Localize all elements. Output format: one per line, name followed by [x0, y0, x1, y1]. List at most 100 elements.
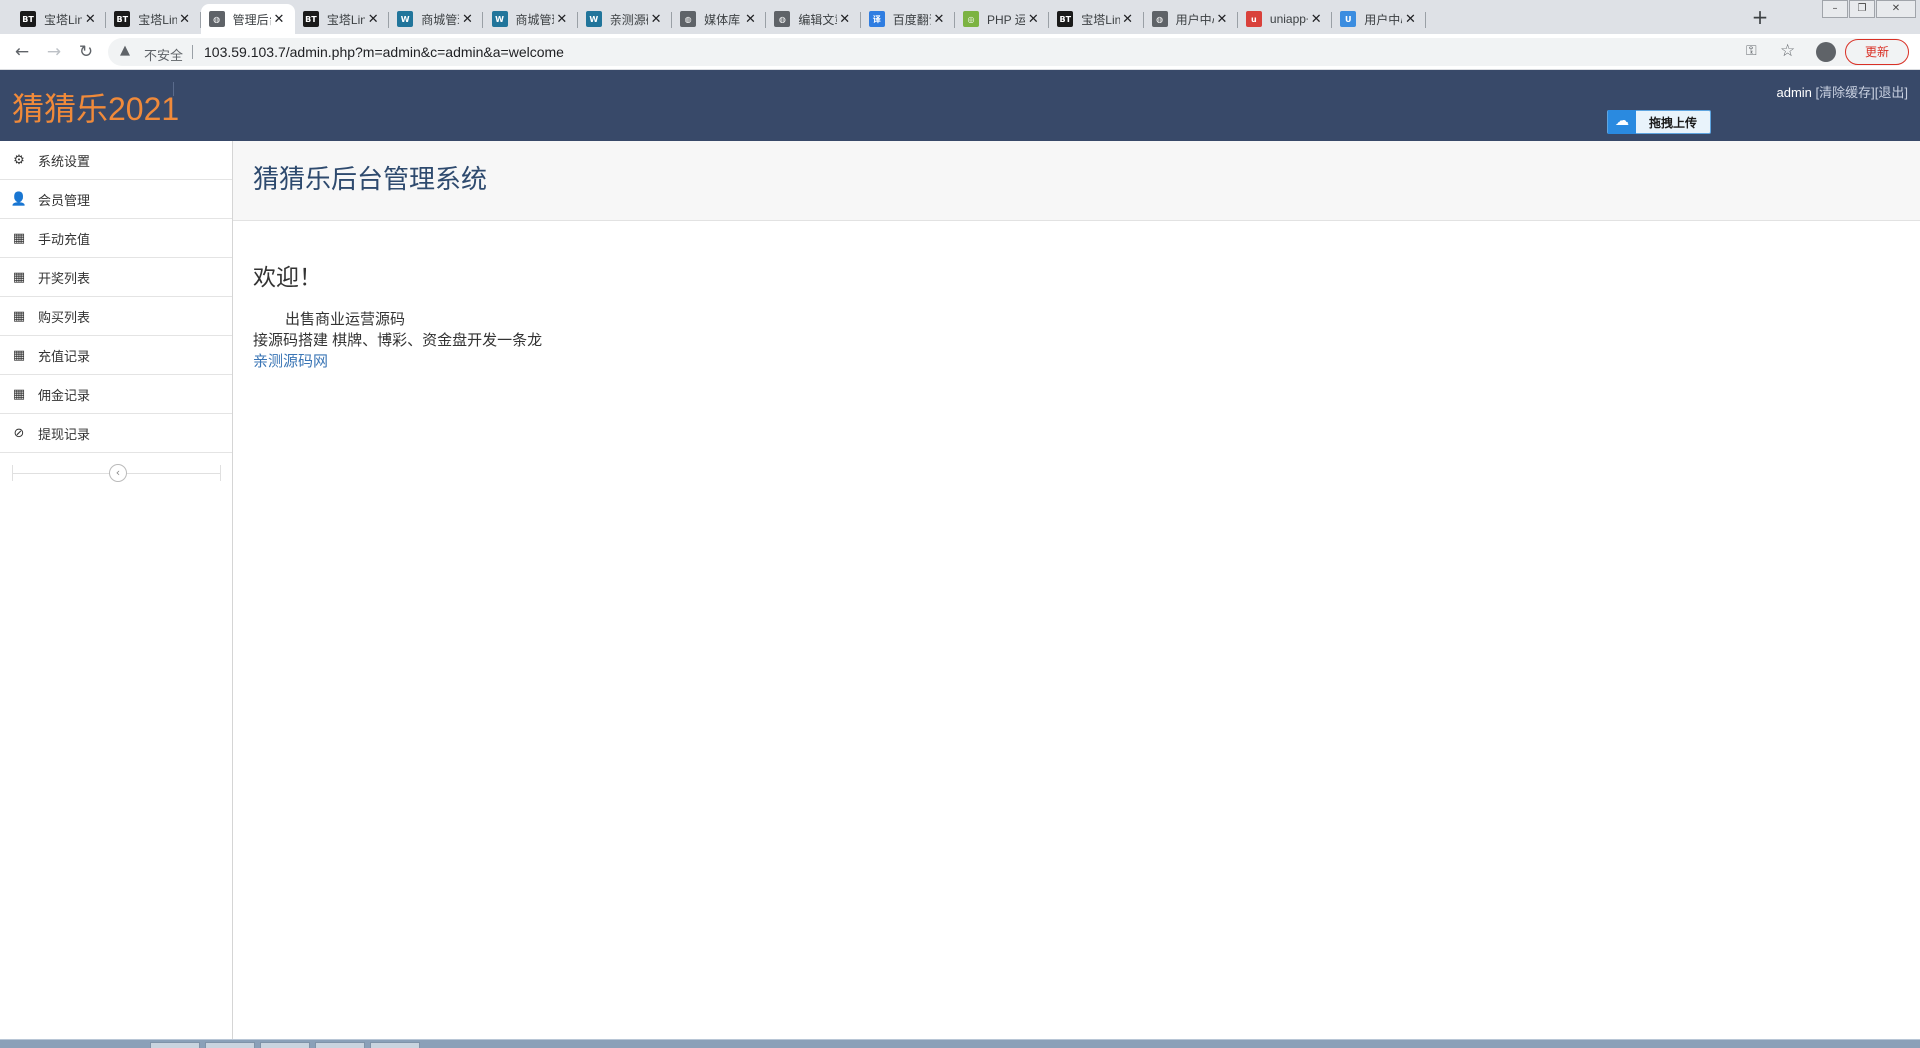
sidebar-item-purchase-list[interactable]: ▦ 购买列表 [0, 297, 232, 336]
forward-button[interactable]: → [44, 42, 64, 62]
insecure-label[interactable]: 不安全 [144, 45, 183, 64]
globe-favicon-icon: ◍ [1151, 11, 1168, 27]
minimize-window-button[interactable]: – [1822, 0, 1848, 18]
page-header: 猜猜乐后台管理系统 [233, 141, 1920, 221]
globe-favicon-icon: ◍ [208, 11, 225, 27]
php-favicon-icon: ◎ [963, 11, 979, 27]
tab-title: 媒体库 ‹ [704, 12, 742, 27]
logout-link[interactable]: [退出] [1875, 85, 1908, 100]
sidebar-item-manual-recharge[interactable]: ▦ 手动充值 [0, 219, 232, 258]
sidebar-item-member-management[interactable]: 👤 会员管理 [0, 180, 232, 219]
browser-tab[interactable]: BT 宝塔Linu✕ [295, 4, 390, 34]
site-logo[interactable]: 猜猜乐2021 [12, 84, 179, 130]
reload-button[interactable]: ↻ [76, 42, 96, 62]
globe-favicon-icon: ◍ [774, 11, 791, 27]
back-button[interactable]: ← [12, 42, 32, 62]
taskbar-item[interactable] [150, 1042, 200, 1048]
profile-avatar-icon[interactable] [1816, 42, 1836, 62]
ban-icon: ⊘ [13, 425, 25, 441]
sidebar-item-withdrawal-records[interactable]: ⊘ 提现记录 [0, 414, 232, 453]
close-tab-icon[interactable]: ✕ [1214, 12, 1230, 27]
user-bar: admin [清除缓存][退出] [1776, 82, 1908, 101]
globe-favicon-icon: ◍ [680, 11, 697, 27]
bt-favicon-icon: BT [20, 11, 36, 27]
source-site-link[interactable]: 亲测源码网 [253, 350, 328, 371]
sidebar-item-recharge-records[interactable]: ▦ 充值记录 [0, 336, 232, 375]
address-bar[interactable]: ▲ 不安全 103.59.103.7/admin.php?m=admin&c=a… [108, 38, 1908, 66]
taskbar-item[interactable] [315, 1042, 365, 1048]
sidebar-item-label: 手动充值 [38, 231, 91, 247]
taskbar-item[interactable] [370, 1042, 420, 1048]
tab-title: 宝塔Linu [44, 12, 83, 27]
collapse-line-cap-right [220, 465, 221, 481]
drag-upload-button[interactable]: ☁ 拖拽上传 [1607, 110, 1711, 134]
sidebar-item-draw-list[interactable]: ▦ 开奖列表 [0, 258, 232, 297]
browser-tab[interactable]: u uniapp+✕ [1238, 4, 1333, 34]
close-tab-icon[interactable]: ✕ [554, 12, 570, 27]
close-tab-icon[interactable]: ✕ [648, 12, 664, 27]
bookmark-star-icon[interactable]: ☆ [1780, 41, 1795, 61]
browser-tab[interactable]: BT 宝塔Linu✕ [12, 4, 107, 34]
page-title: 猜猜乐后台管理系统 [253, 164, 488, 194]
bt-favicon-icon: BT [302, 11, 319, 27]
calendar-icon: ▦ [12, 308, 26, 324]
browser-toolbar: ← → ↻ ▲ 不安全 103.59.103.7/admin.php?m=adm… [0, 34, 1920, 70]
new-tab-button[interactable]: + [1748, 6, 1772, 30]
sidebar-item-label: 系统设置 [38, 153, 91, 169]
browser-tab[interactable]: ◍ 管理后台✕ [200, 4, 295, 34]
browser-tab[interactable]: ◍ 用户中心✕ [1144, 4, 1238, 34]
close-tab-icon[interactable]: ✕ [365, 12, 381, 27]
close-tab-icon[interactable]: ✕ [742, 12, 758, 27]
collapse-sidebar-button[interactable]: ‹ [109, 464, 127, 482]
browser-tab[interactable]: ◎ PHP 运算✕ [955, 4, 1050, 34]
browser-tab[interactable]: ◍ 编辑文章✕ [766, 4, 861, 34]
sidebar-item-system-settings[interactable]: ⚙ 系统设置 [0, 141, 232, 180]
promo-line-1: 出售商业运营源码 [285, 311, 406, 328]
close-tab-icon[interactable]: ✕ [1402, 12, 1418, 27]
close-tab-icon[interactable]: ✕ [1025, 12, 1041, 27]
translate-favicon-icon: 译 [868, 11, 885, 27]
tab-title: uniapp+ [1269, 12, 1308, 26]
close-tab-icon[interactable]: ✕ [459, 12, 475, 27]
close-tab-icon[interactable]: ✕ [82, 12, 98, 27]
browser-tab[interactable]: W 商城管理✕ [484, 4, 578, 34]
taskbar-item[interactable] [260, 1042, 310, 1048]
update-button[interactable]: 更新 [1845, 39, 1909, 65]
warning-icon[interactable]: ▲ [120, 43, 130, 58]
close-tab-icon[interactable]: ✕ [1120, 12, 1136, 27]
browser-tab[interactable]: W 商城管理✕ [389, 4, 484, 34]
browser-tab[interactable]: 译百度翻译✕ [861, 4, 955, 34]
tab-title: 用户中心 [1175, 12, 1214, 27]
browser-tab[interactable]: BT 宝塔Linu✕ [1049, 4, 1144, 34]
key-icon[interactable]: ⚿ [1746, 43, 1757, 59]
promo-line-2: 接源码搭建 棋牌、博彩、资金盘开发一条龙 [253, 332, 543, 349]
browser-tab[interactable]: U 用户中心✕ [1332, 4, 1427, 34]
close-tab-icon[interactable]: ✕ [1308, 12, 1324, 27]
url-text[interactable]: 103.59.103.7/admin.php?m=admin&c=admin&a… [204, 44, 564, 60]
gear-icon: ⚙ [13, 152, 25, 168]
close-window-button[interactable]: ✕ [1876, 0, 1916, 18]
tab-title: 管理后台 [232, 12, 271, 27]
clear-cache-link[interactable]: [清除缓存] [1816, 85, 1875, 100]
browser-tab[interactable]: BT 宝塔Linu✕ [106, 4, 201, 34]
tab-title: PHP 运算 [987, 12, 1026, 27]
tab-title: 百度翻译 [892, 12, 931, 27]
browser-tab[interactable]: ◍ 媒体库 ‹✕ [672, 4, 767, 34]
restore-window-button[interactable]: ❐ [1849, 0, 1875, 18]
tab-title: 用户中心 [1364, 12, 1402, 27]
tab-title: 亲测源码 [609, 12, 648, 27]
drag-upload-label: 拖拽上传 [1648, 115, 1697, 130]
browser-tab[interactable]: W 亲测源码✕ [578, 4, 673, 34]
sidebar-item-commission-records[interactable]: ▦ 佣金记录 [0, 375, 232, 414]
close-tab-icon[interactable]: ✕ [931, 12, 947, 27]
close-tab-icon[interactable]: ✕ [177, 12, 193, 27]
browser-tabstrip: BT宝塔Linu✕BT宝塔Linu✕◍管理后台✕BT宝塔Linu✕W商城管理✕W… [0, 0, 1920, 34]
sidebar-item-label: 提现记录 [38, 426, 91, 442]
username: admin [1776, 85, 1812, 100]
calendar-icon: ▦ [12, 269, 26, 285]
tab-title: 商城管理 [515, 12, 554, 27]
taskbar-item[interactable] [205, 1042, 255, 1048]
wordpress-favicon-icon: W [585, 11, 602, 27]
close-tab-icon[interactable]: ✕ [837, 12, 853, 27]
close-tab-icon[interactable]: ✕ [271, 12, 287, 27]
